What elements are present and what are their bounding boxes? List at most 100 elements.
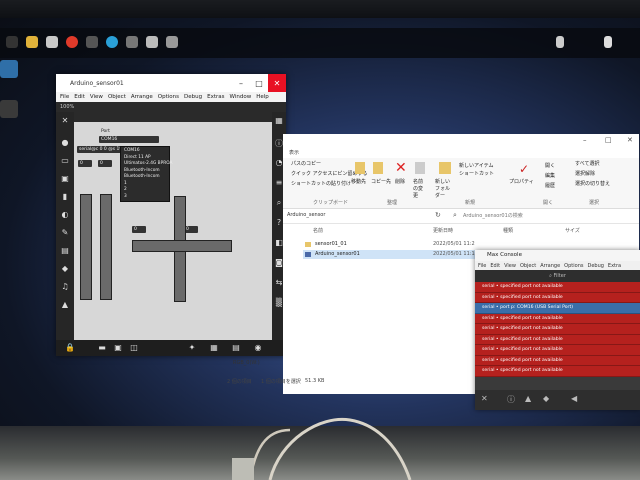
audio-toggle-icon[interactable]: ▤ xyxy=(230,343,242,352)
menu-view[interactable]: View xyxy=(504,263,516,269)
console-title-bar[interactable]: Max Console xyxy=(475,250,640,261)
plugin-icon[interactable]: ▲ xyxy=(59,300,71,309)
app-icon-6[interactable] xyxy=(106,36,118,48)
panel-icon[interactable]: ▤ xyxy=(59,246,71,255)
delete-icon[interactable]: ✕ xyxy=(395,160,407,176)
number-box-b[interactable]: 0 xyxy=(98,160,112,167)
comment-icon[interactable]: ✎ xyxy=(59,228,71,237)
audio-icon[interactable]: ♫ xyxy=(59,282,71,291)
rename-icon[interactable] xyxy=(415,162,425,174)
slider-2[interactable] xyxy=(100,194,112,300)
menu-edit[interactable]: Edit xyxy=(74,94,85,100)
menu-view[interactable]: View xyxy=(90,94,103,100)
app-icon-8[interactable] xyxy=(146,36,158,48)
shortcut-button[interactable]: ショートカット xyxy=(459,170,494,177)
menu-file[interactable]: File xyxy=(478,263,486,269)
filter-input[interactable]: Filter xyxy=(554,273,566,279)
zoom-level[interactable]: 100% xyxy=(60,104,74,110)
info-icon[interactable]: ⓘ xyxy=(507,394,515,405)
port-menu[interactable]: COM16 xyxy=(99,136,159,143)
close-patch-icon[interactable]: ✕ xyxy=(59,116,71,125)
nav-drive-item[interactable]: RGB_0(W:) xyxy=(233,360,260,366)
max-patcher-window[interactable]: Arduino_sensor01 – □ ✕ File Edit View Ob… xyxy=(56,74,286,356)
maximize-icon[interactable]: □ xyxy=(605,136,612,144)
tab-view[interactable]: 表示 xyxy=(289,150,299,156)
copy-to-icon[interactable] xyxy=(373,162,383,174)
menu-options[interactable]: Options xyxy=(564,263,583,269)
slider-4-horizontal[interactable] xyxy=(132,240,232,252)
slider-1[interactable] xyxy=(80,194,92,300)
app-icon-9[interactable] xyxy=(166,36,178,48)
move-to-button[interactable]: 移動先 xyxy=(351,178,366,185)
console-filter[interactable]: ⌕ Filter xyxy=(475,270,640,282)
app-icon-3[interactable] xyxy=(46,36,58,48)
max-console-window[interactable]: Max Console File Edit View Object Arrang… xyxy=(475,250,640,410)
port-option[interactable]: 3 xyxy=(121,194,169,201)
properties-icon[interactable]: ✓ xyxy=(519,162,529,176)
menu-object[interactable]: Object xyxy=(108,94,126,100)
console-row[interactable]: serial • specified port not available xyxy=(475,282,640,293)
menu-debug[interactable]: Debug xyxy=(184,94,202,100)
menu-arrange[interactable]: Arrange xyxy=(131,94,153,100)
menu-window[interactable]: Window xyxy=(230,94,252,100)
grid-toggle-icon[interactable]: ▦ xyxy=(208,343,220,352)
port-option[interactable]: Ultimatos-2.4G BPROA xyxy=(121,161,172,168)
close-icon[interactable]: ✕ xyxy=(627,136,633,144)
console-row[interactable]: serial • specified port not available xyxy=(475,366,640,377)
back-icon[interactable]: ◀ xyxy=(571,394,577,403)
menu-file[interactable]: File xyxy=(60,94,69,100)
col-type[interactable]: 種類 xyxy=(503,227,513,234)
file-row-selected[interactable]: Arduino_sensor01 2022/05/01 11:1 xyxy=(303,250,483,259)
menu-options[interactable]: Options xyxy=(158,94,179,100)
refresh-icon[interactable]: ↻ xyxy=(435,211,441,219)
inspector-icon[interactable]: ▦ xyxy=(273,116,285,125)
clear-icon[interactable]: ✕ xyxy=(481,394,488,403)
menu-arrange[interactable]: Arrange xyxy=(540,263,560,269)
app-icon-1[interactable] xyxy=(6,36,18,48)
console-row[interactable]: serial • specified port not available xyxy=(475,345,640,356)
menu-extra[interactable]: Extra xyxy=(608,263,621,269)
copy-to-button[interactable]: コピー先 xyxy=(371,178,391,185)
open-button[interactable]: 開く xyxy=(545,162,555,169)
new-folder-button[interactable]: 新しいフォルダー xyxy=(435,178,451,199)
app-icon-7[interactable] xyxy=(126,36,138,48)
address-bar[interactable]: Arduino_sensor ↻ ⌕ Arduino_sensor01の検索 xyxy=(283,209,639,224)
col-date[interactable]: 更新日時 xyxy=(433,227,453,234)
browser-icon[interactable] xyxy=(66,36,78,48)
select-none-button[interactable]: 選択解除 xyxy=(575,170,595,177)
dial-icon[interactable]: ◐ xyxy=(59,210,71,219)
explorer-title-bar[interactable]: – □ ✕ xyxy=(283,134,639,148)
search-box[interactable]: Arduino_sensor01の検索 xyxy=(463,212,523,219)
new-folder-icon[interactable] xyxy=(439,162,451,174)
number-box-d[interactable]: 0 xyxy=(184,226,198,233)
move-to-icon[interactable] xyxy=(355,162,365,174)
notification-icon[interactable] xyxy=(556,36,564,48)
max-title-bar[interactable]: Arduino_sensor01 – □ ✕ xyxy=(56,74,286,92)
console-row[interactable]: serial • specified port not available xyxy=(475,292,640,303)
desktop-icon-2[interactable] xyxy=(0,100,18,118)
console-row[interactable]: serial • specified port not available xyxy=(475,313,640,324)
wrench-icon[interactable]: ✦ xyxy=(186,343,198,352)
console-row[interactable]: serial • specified port not available xyxy=(475,334,640,345)
paste-shortcut-button[interactable]: ショートカットの貼り付け xyxy=(291,180,351,187)
maximize-icon[interactable]: □ xyxy=(250,74,268,92)
chat-icon[interactable]: ▣ xyxy=(112,343,124,352)
console-row[interactable]: serial • port p: COM16 (USB Serial Port) xyxy=(475,303,640,314)
message-icon[interactable]: ▭ xyxy=(59,156,71,165)
toggle-icon[interactable]: ▣ xyxy=(59,174,71,183)
col-size[interactable]: サイズ xyxy=(565,227,580,234)
display-icon[interactable] xyxy=(604,36,612,48)
copy-path-button[interactable]: パスのコピー xyxy=(291,160,321,167)
lock-icon[interactable]: 🔒 xyxy=(64,343,76,352)
max-app-icon[interactable] xyxy=(86,36,98,48)
desktop-icon-1[interactable] xyxy=(0,60,18,78)
address-path[interactable]: Arduino_sensor xyxy=(287,212,325,218)
object-icon[interactable]: ● xyxy=(59,138,71,147)
minimize-icon[interactable]: – xyxy=(583,136,587,144)
error-icon[interactable]: ◆ xyxy=(543,394,549,403)
folder-icon[interactable] xyxy=(26,36,38,48)
menu-object[interactable]: Object xyxy=(520,263,536,269)
warning-icon[interactable]: ▲ xyxy=(525,394,531,403)
file-row[interactable]: sensor01_01 2022/05/01 11:2 xyxy=(303,240,483,249)
console-row[interactable]: serial • specified port not available xyxy=(475,355,640,366)
